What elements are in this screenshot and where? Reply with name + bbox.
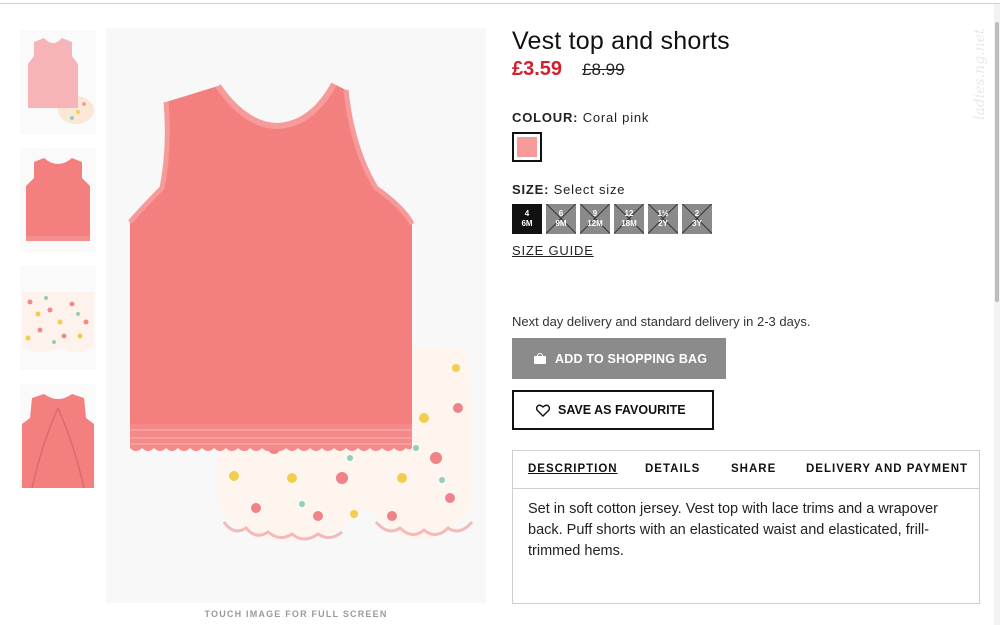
size-top: 12 [624,209,634,218]
size-option-4-6m[interactable]: 4 6M [512,204,542,234]
description-text: Set in soft cotton jersey. Vest top with… [528,501,938,559]
add-to-bag-label: ADD TO SHOPPING BAG [555,351,708,366]
thumb-vest-front[interactable] [20,148,96,252]
thumb-vest-back[interactable] [20,384,96,488]
tab-details[interactable]: DETAILS [645,463,700,475]
thumb-shorts[interactable] [20,266,96,370]
shopping-bag-icon [534,353,546,364]
size-label-row: SIZE: Select size [512,182,625,197]
size-option-12-18m[interactable]: 12 18M [614,204,644,234]
tab-share[interactable]: SHARE [731,463,776,475]
product-title: Vest top and shorts [512,27,730,55]
size-bottom: 6M [521,219,533,228]
size-value: Select size [553,182,626,197]
tab-delivery-and-payment[interactable]: DELIVERY AND PAYMENT [806,463,968,475]
tab-description[interactable]: DESCRIPTION [528,463,618,475]
size-bottom: 12M [587,219,603,228]
scrollbar-thumb[interactable] [995,22,999,302]
size-bottom: 3Y [692,219,702,228]
original-price: £8.99 [582,60,625,79]
colour-swatch-coral-pink[interactable] [512,132,542,162]
main-product-image[interactable] [106,28,486,603]
watermark-text: ladies.ng.net [972,28,988,120]
size-bottom: 9M [555,219,567,228]
size-guide-link[interactable]: SIZE GUIDE [512,243,594,258]
swatch-fill [517,137,537,157]
delivery-info: Next day delivery and standard delivery … [512,314,811,329]
size-top: 4 [524,209,530,218]
sale-price: £3.59 [512,58,563,80]
size-top: 2 [694,209,700,218]
size-bottom: 18M [621,219,637,228]
save-favourite-button[interactable]: SAVE AS FAVOURITE [512,390,714,430]
fullscreen-hint: TOUCH IMAGE FOR FULL SCREEN [204,609,388,619]
product-info-tabs: DESCRIPTION DETAILS SHARE DELIVERY AND P… [512,450,980,604]
size-option-1half-2y[interactable]: 1½ 2Y [648,204,678,234]
size-top: 6 [558,209,564,218]
tab-bar: DESCRIPTION DETAILS SHARE DELIVERY AND P… [513,451,979,489]
heart-icon [536,404,550,417]
colour-value: Coral pink [582,110,650,125]
add-to-bag-button[interactable]: ADD TO SHOPPING BAG [512,338,726,379]
size-label: SIZE: [512,182,550,197]
page-scrollbar[interactable] [994,4,1000,625]
size-top: 9 [592,209,598,218]
size-option-2-3y[interactable]: 2 3Y [682,204,712,234]
size-option-9-12m[interactable]: 9 12M [580,204,610,234]
colour-label-row: COLOUR: Coral pink [512,110,649,125]
size-top: 1½ [657,209,669,218]
size-bottom: 2Y [658,219,668,228]
colour-label: COLOUR: [512,110,579,125]
thumb-outfit[interactable] [20,30,96,134]
size-option-6-9m[interactable]: 6 9M [546,204,576,234]
top-divider [0,3,1000,4]
save-favourite-label: SAVE AS FAVOURITE [558,403,686,417]
